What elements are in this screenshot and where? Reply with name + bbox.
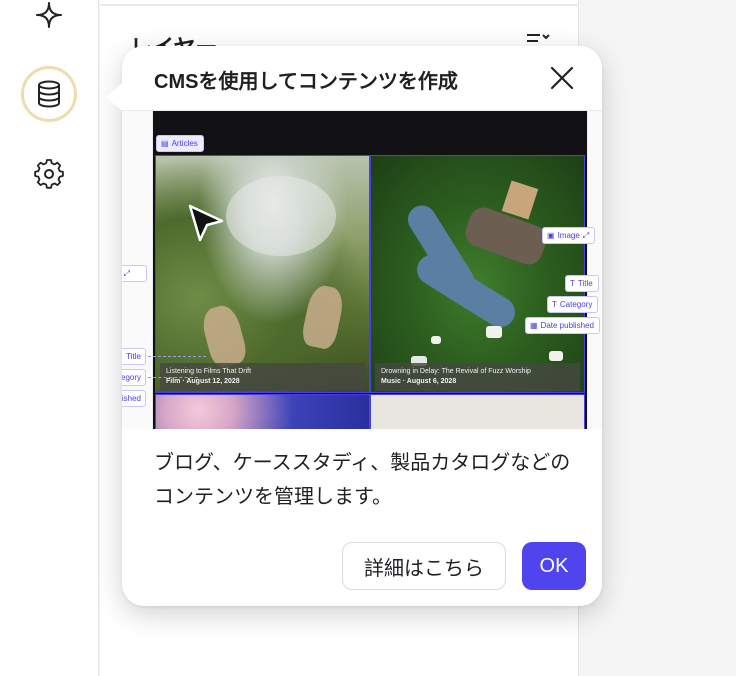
left-category-chip: tegory: [122, 369, 146, 386]
cursor-icon: [186, 203, 228, 245]
card-image-hands: [155, 155, 370, 393]
title-field-chip: T Title: [565, 275, 599, 292]
cms-tour-popover: CMSを使用してコンテンツを作成 Listening to Films That…: [106, 46, 602, 606]
card-title: Listening to Films That Drift: [166, 368, 252, 375]
collection-chip: ▤ Articles: [156, 135, 204, 152]
card-meta: Film · August 12, 2028: [166, 378, 240, 385]
link-icon: ⤢: [582, 231, 590, 240]
panel-divider: [100, 4, 579, 6]
sparkle-icon[interactable]: [30, 0, 68, 34]
popover-title: CMSを使用してコンテンツを作成: [154, 71, 458, 93]
image-icon: ▣: [547, 231, 555, 240]
text-icon: T: [570, 279, 575, 288]
category-field-chip: T Category: [547, 296, 599, 313]
card-meta: Music · August 6, 2028: [381, 378, 457, 385]
gear-icon[interactable]: [30, 155, 68, 193]
database-icon[interactable]: [21, 66, 77, 122]
card-image-flowers: [155, 394, 370, 429]
left-date-chip: ished: [122, 390, 146, 407]
connector-line: [148, 356, 206, 357]
image-field-chip: ▣ Image ⤢: [542, 227, 596, 244]
popover-pointer: [106, 83, 122, 111]
card-title: Drowning in Delay: The Revival of Fuzz W…: [381, 368, 531, 375]
icon-rail: [0, 0, 99, 676]
ok-button[interactable]: OK: [522, 542, 586, 590]
card-image-person-grass: [370, 155, 585, 393]
popover-description: ブログ、ケーススタディ、製品カタログなどのコンテンツを管理します。: [154, 452, 571, 508]
connector-line: [148, 377, 198, 378]
learn-more-button[interactable]: 詳細はこちら: [342, 542, 506, 590]
close-icon[interactable]: [546, 62, 578, 94]
left-title-chip: Title: [122, 348, 146, 365]
left-image-chip: e ⤢: [122, 265, 147, 282]
card-caption: Drowning in Delay: The Revival of Fuzz W…: [375, 363, 580, 391]
date-field-chip: ▦ Date published: [525, 317, 600, 334]
illustration-right-panel: [587, 111, 602, 429]
card-image-light: [370, 394, 585, 429]
text-icon: T: [552, 300, 557, 309]
cms-illustration: Listening to Films That Drift Film · Aug…: [122, 111, 602, 429]
collection-icon: ▤: [161, 139, 169, 148]
calendar-icon: ▦: [530, 321, 538, 330]
